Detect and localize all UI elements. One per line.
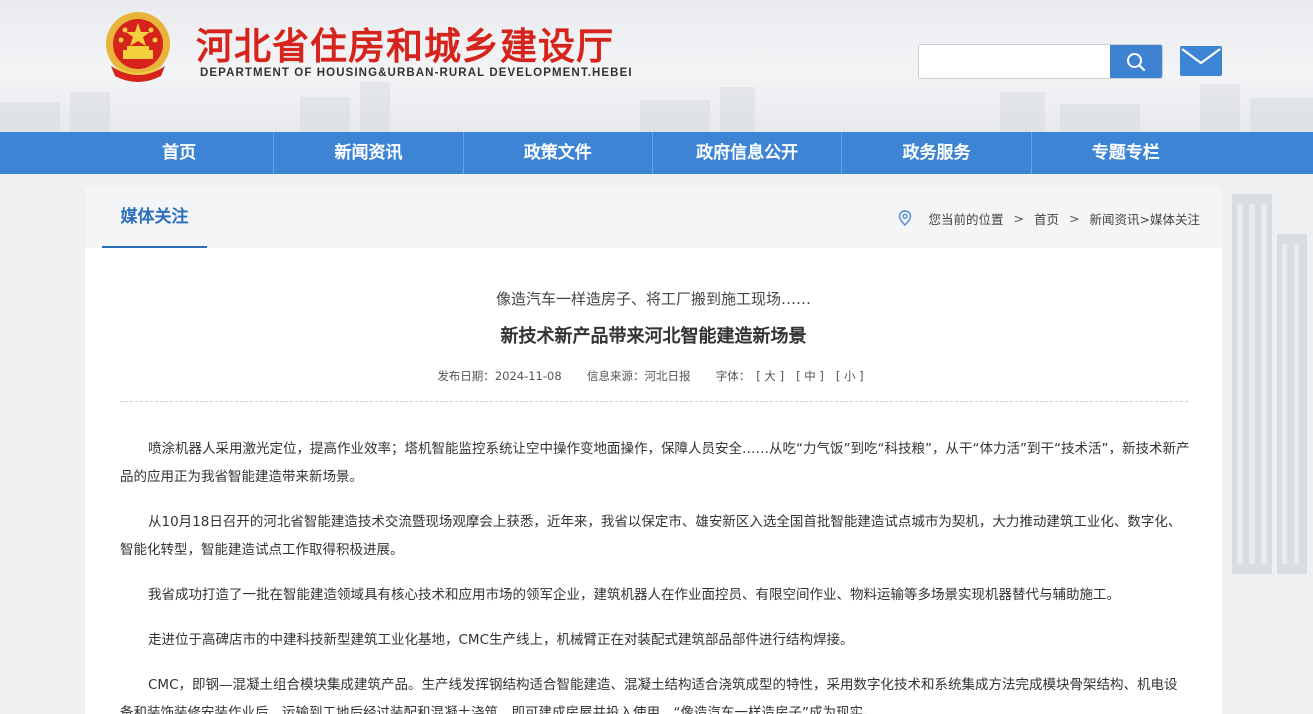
search-input[interactable]: [919, 45, 1111, 78]
article-paragraph: 走进位于高碑店市的中建科技新型建筑工业化基地，CMC生产线上，机械臂正在对装配式…: [148, 632, 854, 648]
building-decoration: [1232, 194, 1307, 574]
site-subtitle: DEPARTMENT OF HOUSING&URBAN-RURAL DEVELO…: [200, 67, 633, 79]
search-button[interactable]: [1110, 45, 1162, 78]
date-label: 发布日期：: [437, 369, 495, 383]
nav-item-home[interactable]: 首页: [85, 132, 275, 174]
article-paragraph: CMC，即钢—混凝土组合模块集成建筑产品。生产线发挥钢结构适合智能建造、混凝土结…: [120, 677, 1178, 714]
font-size-small-button[interactable]: [ 小 ]: [836, 368, 864, 384]
breadcrumb: 您当前的位置 > 首页 > 新闻资讯>媒体关注: [898, 209, 1200, 227]
breadcrumb-separator: >: [1013, 210, 1025, 226]
breadcrumb-home-link[interactable]: 首页: [1034, 209, 1059, 228]
location-pin-icon: [898, 210, 911, 226]
mail-icon[interactable]: [1180, 46, 1222, 76]
site-header: 河北省住房和城乡建设厅 DEPARTMENT OF HOUSING&URBAN-…: [0, 0, 1313, 132]
article-paragraph: 喷涂机器人采用激光定位，提高作业效率；塔机智能监控系统让空中操作变地面操作，保障…: [120, 441, 1190, 485]
panel-header: 媒体关注 您当前的位置 > 首页 > 新闻资讯>媒体关注: [85, 187, 1222, 248]
font-size-label: 字体：: [715, 369, 751, 383]
nav-item-gov-info[interactable]: 政府信息公开: [653, 132, 843, 174]
breadcrumb-current[interactable]: 新闻资讯>媒体关注: [1090, 209, 1200, 228]
search-box: [918, 44, 1163, 79]
tab-media-focus[interactable]: 媒体关注: [102, 187, 207, 248]
meta-divider: [120, 401, 1188, 402]
nav-item-news[interactable]: 新闻资讯: [274, 132, 464, 174]
main-nav: 首页 新闻资讯 政策文件 政府信息公开 政务服务 专题专栏: [0, 132, 1313, 174]
article-body: 喷涂机器人采用激光定位，提高作业效率；塔机智能监控系统让空中操作变地面操作，保障…: [120, 435, 1190, 714]
font-size-medium-button[interactable]: [ 中 ]: [796, 368, 824, 384]
nav-item-topics[interactable]: 专题专栏: [1032, 132, 1220, 174]
search-icon: [1127, 52, 1146, 71]
nav-item-services[interactable]: 政务服务: [842, 132, 1032, 174]
site-title[interactable]: 河北省住房和城乡建设厅: [196, 16, 614, 70]
publish-date: 2024-11-08: [494, 369, 562, 383]
national-emblem-icon: [106, 12, 170, 82]
article-meta: 发布日期：2024-11-08 信息来源：河北日报 字体： [ 大 ] [ 中 ] […: [85, 368, 1222, 384]
article-pre-title: 像造汽车一样造房子、将工厂搬到施工现场……: [495, 290, 811, 308]
breadcrumb-prefix: 您当前的位置: [928, 211, 1004, 227]
source-value: 河北日报: [644, 369, 691, 383]
nav-item-policy[interactable]: 政策文件: [464, 132, 653, 174]
article-title: 新技术新产品带来河北智能建造新场景: [500, 326, 807, 347]
content-panel: 媒体关注 您当前的位置 > 首页 > 新闻资讯>媒体关注 像造汽车一样造房子、将…: [85, 187, 1222, 714]
breadcrumb-separator: >: [1069, 210, 1080, 226]
skyline-decoration: [0, 82, 1313, 132]
source-label: 信息来源：: [586, 369, 645, 383]
article-paragraph: 从10月18日召开的河北省智能建造技术交流暨现场观摩会上获悉，近年来，我省以保定…: [120, 514, 1182, 558]
font-size-large-button[interactable]: [ 大 ]: [756, 368, 784, 384]
article-paragraph: 我省成功打造了一批在智能建造领域具有核心技术和应用市场的领军企业，建筑机器人在作…: [148, 587, 1120, 603]
